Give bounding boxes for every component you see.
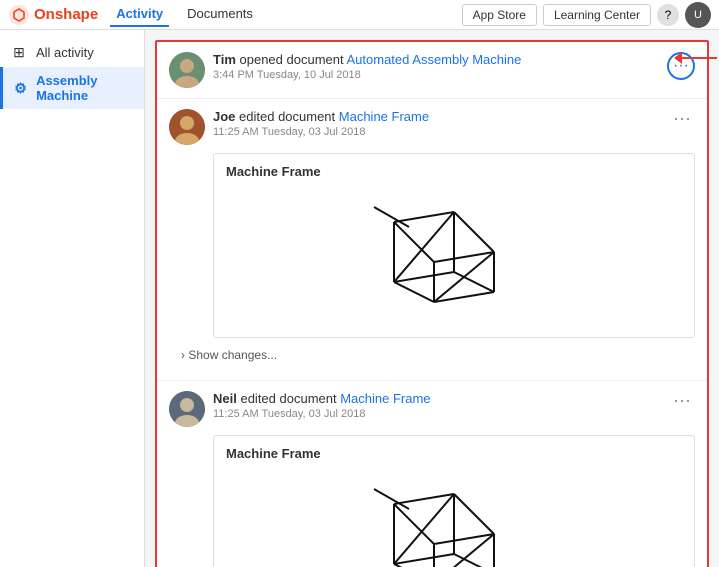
feed-section: Tim opened document Automated Assembly M… — [155, 40, 709, 567]
activity-item-tim: Tim opened document Automated Assembly M… — [157, 42, 707, 99]
chevron-right-icon-joe: › — [181, 348, 185, 362]
user-name-tim: Tim — [213, 52, 236, 67]
activity-time-joe: 11:25 AM Tuesday, 03 Jul 2018 — [213, 126, 429, 138]
navbar: Onshape Activity Documents App Store Lea… — [0, 0, 719, 30]
sidebar-item-all-activity[interactable]: ⊞ All activity — [0, 38, 144, 67]
navbar-right: App Store Learning Center ? U — [462, 2, 711, 28]
action-text-neil: edited document — [240, 391, 340, 406]
sidebar: ⊞ All activity ⚙ Assembly Machine — [0, 30, 145, 567]
assembly-machine-icon: ⚙ — [13, 80, 28, 97]
avatar-joe — [169, 109, 205, 145]
show-changes-label-joe: Show changes... — [188, 348, 277, 362]
avatar-tim-image — [169, 52, 205, 88]
avatar-joe-image — [169, 109, 205, 145]
user-avatar-nav[interactable]: U — [685, 2, 711, 28]
doc-preview-joe: Machine Frame — [213, 153, 695, 338]
doc-preview-title-joe: Machine Frame — [226, 164, 682, 179]
activity-text-joe: Joe edited document Machine Frame 11:25 … — [213, 109, 429, 138]
app-store-button[interactable]: App Store — [462, 4, 537, 26]
machine-frame-svg-joe — [354, 192, 554, 322]
show-changes-joe[interactable]: › Show changes... — [169, 342, 695, 370]
doc-preview-img-joe — [226, 187, 682, 327]
activity-feed: Tim opened document Automated Assembly M… — [145, 30, 719, 567]
activity-time-neil: 11:25 AM Tuesday, 03 Jul 2018 — [213, 408, 431, 420]
activity-item-neil: Neil edited document Machine Frame 11:25… — [157, 381, 707, 567]
more-options-button-neil[interactable]: ··· — [669, 391, 695, 409]
arrow-line — [682, 57, 717, 59]
sidebar-item-assembly-machine-label: Assembly Machine — [36, 73, 134, 103]
activity-item-joe: Joe edited document Machine Frame 11:25 … — [157, 99, 707, 381]
learning-center-button[interactable]: Learning Center — [543, 4, 651, 26]
avatar-neil-image — [169, 391, 205, 427]
activity-user-info-neil: Neil edited document Machine Frame 11:25… — [169, 391, 431, 427]
feed-wrapper: Tim opened document Automated Assembly M… — [155, 40, 709, 567]
action-text-joe: edited document — [239, 109, 339, 124]
activity-header-joe: Joe edited document Machine Frame 11:25 … — [169, 109, 695, 145]
doc-link-neil[interactable]: Machine Frame — [340, 391, 430, 406]
app-logo[interactable]: Onshape — [8, 4, 98, 26]
doc-link-joe[interactable]: Machine Frame — [339, 109, 429, 124]
avatar-tim — [169, 52, 205, 88]
logo-text: Onshape — [34, 6, 98, 23]
action-text-tim: opened document — [240, 52, 347, 67]
main-content: Tim opened document Automated Assembly M… — [145, 30, 719, 567]
activity-content-joe: Joe edited document Machine Frame — [213, 109, 429, 124]
user-name-joe: Joe — [213, 109, 235, 124]
activity-content-tim: Tim opened document Automated Assembly M… — [213, 52, 521, 67]
activity-header-neil: Neil edited document Machine Frame 11:25… — [169, 391, 695, 427]
sidebar-item-all-activity-label: All activity — [36, 45, 94, 60]
machine-frame-svg-neil — [354, 474, 554, 567]
help-icon[interactable]: ? — [657, 4, 679, 26]
activity-content-neil: Neil edited document Machine Frame — [213, 391, 431, 406]
activity-header-tim: Tim opened document Automated Assembly M… — [169, 52, 695, 88]
doc-link-tim[interactable]: Automated Assembly Machine — [347, 52, 522, 67]
activity-time-tim: 3:44 PM Tuesday, 10 Jul 2018 — [213, 69, 521, 81]
nav-tab-documents[interactable]: Documents — [181, 2, 259, 27]
doc-preview-title-neil: Machine Frame — [226, 446, 682, 461]
activity-text-neil: Neil edited document Machine Frame 11:25… — [213, 391, 431, 420]
activity-user-info-tim: Tim opened document Automated Assembly M… — [169, 52, 521, 88]
doc-preview-img-neil — [226, 469, 682, 567]
onshape-logo-icon — [8, 4, 30, 26]
layout: ⊞ All activity ⚙ Assembly Machine — [0, 30, 719, 567]
activity-text-tim: Tim opened document Automated Assembly M… — [213, 52, 521, 81]
avatar-neil — [169, 391, 205, 427]
sidebar-item-assembly-machine[interactable]: ⚙ Assembly Machine — [0, 67, 144, 109]
red-arrow-indicator — [674, 52, 717, 64]
activity-user-info-joe: Joe edited document Machine Frame 11:25 … — [169, 109, 429, 145]
doc-preview-neil: Machine Frame — [213, 435, 695, 567]
all-activity-icon: ⊞ — [10, 44, 28, 61]
arrow-head — [674, 52, 682, 64]
more-options-button-joe[interactable]: ··· — [669, 109, 695, 127]
nav-tab-activity[interactable]: Activity — [110, 2, 169, 27]
user-name-neil: Neil — [213, 391, 237, 406]
